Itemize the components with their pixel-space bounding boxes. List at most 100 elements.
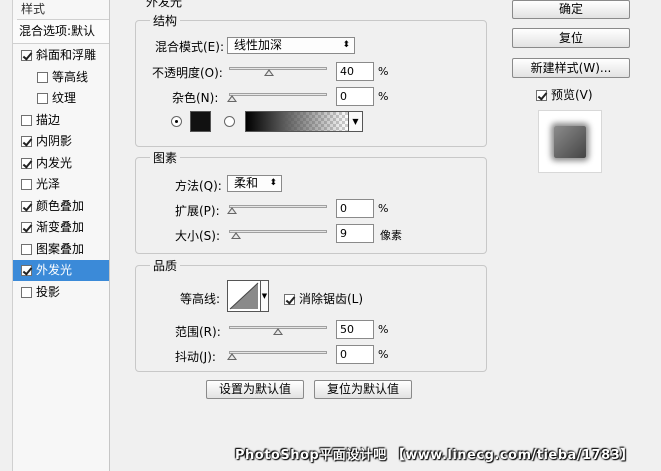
opacity-slider-track[interactable] <box>229 67 327 70</box>
size-input[interactable]: 9 <box>336 224 374 243</box>
style-item-label: 纹理 <box>52 91 77 105</box>
antialias-label: 消除锯齿(L) <box>299 292 364 306</box>
spread-label: 扩展(P): <box>175 204 220 218</box>
range-unit: % <box>378 323 389 336</box>
style-item[interactable]: 等高线 <box>13 67 109 88</box>
blend-mode-value: 线性加深 <box>234 38 283 52</box>
updown-arrow-icon: ⬍ <box>269 178 277 188</box>
preview-checkbox-wrap[interactable]: 预览(V) <box>536 86 593 103</box>
noise-input[interactable]: 0 <box>336 87 374 106</box>
preview-checkbox[interactable] <box>536 90 547 101</box>
blend-mode-select[interactable]: 线性加深 ⬍ <box>227 37 355 54</box>
opacity-unit: % <box>378 65 389 78</box>
make-default-button[interactable]: 设置为默认值 <box>206 380 304 399</box>
contour-preview[interactable] <box>227 280 261 312</box>
range-slider-thumb[interactable] <box>273 328 283 335</box>
style-item-checkbox[interactable] <box>21 286 32 298</box>
opacity-slider-thumb[interactable] <box>263 69 274 76</box>
jitter-input[interactable]: 0 <box>336 345 374 364</box>
style-item[interactable]: 图案叠加 <box>13 239 109 260</box>
size-unit: 像素 <box>380 229 402 242</box>
style-item-checkbox[interactable] <box>21 114 32 126</box>
style-item-label: 斜面和浮雕 <box>36 48 97 62</box>
reset-button[interactable]: 复位 <box>512 28 630 48</box>
glow-color-swatch[interactable] <box>190 111 211 132</box>
style-item-label: 等高线 <box>52 69 89 84</box>
style-item-label: 渐变叠加 <box>36 220 85 234</box>
style-item-checkbox[interactable] <box>37 93 48 104</box>
gradient-preview[interactable] <box>245 111 349 132</box>
jitter-unit: % <box>378 348 389 361</box>
radio-dot-icon <box>175 120 178 123</box>
style-item-checkbox[interactable] <box>21 243 32 255</box>
spread-input[interactable]: 0 <box>336 199 374 218</box>
style-item-label: 颜色叠加 <box>36 198 85 213</box>
technique-value: 柔和 <box>234 176 259 190</box>
quality-legend: 品质 <box>150 257 181 274</box>
blending-options-item[interactable]: 混合选项:默认 <box>13 20 109 44</box>
ok-button[interactable]: 确定 <box>512 0 630 19</box>
new-style-button[interactable]: 新建样式(W)... <box>512 58 630 78</box>
noise-slider-track[interactable] <box>229 93 327 96</box>
style-item-checkbox[interactable] <box>21 157 32 169</box>
opacity-input[interactable]: 40 <box>336 62 374 81</box>
style-item[interactable]: 内发光 <box>13 153 109 174</box>
style-item[interactable]: 投影 <box>13 282 109 303</box>
technique-label: 方法(Q): <box>175 179 222 193</box>
jitter-slider-thumb[interactable] <box>227 353 237 360</box>
style-item-label: 内发光 <box>36 155 73 170</box>
style-item-checkbox[interactable] <box>21 50 32 61</box>
gradient-dropdown-arrow-icon[interactable]: ▼ <box>349 111 363 132</box>
watermark-text: PhotoShop平面设计吧 【www.linecg.com/tieba/178… <box>235 448 634 463</box>
style-item-label: 内阴影 <box>36 134 73 148</box>
style-item[interactable]: 纹理 <box>13 88 109 109</box>
spread-unit: % <box>378 202 389 215</box>
contour-label: 等高线: <box>180 292 221 306</box>
style-item[interactable]: 渐变叠加 <box>13 217 109 238</box>
style-item-label: 投影 <box>36 284 61 299</box>
style-preview-box <box>538 110 602 173</box>
style-item-checkbox[interactable] <box>21 265 32 276</box>
style-item-checkbox[interactable] <box>21 136 32 147</box>
style-item-label: 外发光 <box>36 263 73 277</box>
style-item-checkbox[interactable] <box>37 71 48 83</box>
style-item[interactable]: 光泽 <box>13 174 109 195</box>
spread-slider-thumb[interactable] <box>227 207 237 214</box>
size-slider-track[interactable] <box>229 230 327 233</box>
range-input[interactable]: 50 <box>336 320 374 339</box>
range-label: 范围(R): <box>175 325 221 339</box>
style-item[interactable]: 内阴影 <box>13 131 109 152</box>
elements-legend: 图素 <box>150 149 181 166</box>
jitter-slider-track[interactable] <box>229 351 327 354</box>
gradient-radio[interactable] <box>224 116 235 127</box>
preview-label: 预览(V) <box>551 88 593 102</box>
style-item[interactable]: 外发光 <box>13 260 109 281</box>
style-item-checkbox[interactable] <box>21 222 32 233</box>
solid-color-radio[interactable] <box>171 116 182 127</box>
styles-header: 样式 <box>17 0 109 20</box>
structure-legend: 结构 <box>150 12 181 29</box>
noise-label: 杂色(N): <box>172 91 219 105</box>
style-item-checkbox[interactable] <box>21 179 32 190</box>
technique-select[interactable]: 柔和 ⬍ <box>227 175 282 192</box>
style-item-checkbox[interactable] <box>21 200 32 212</box>
noise-slider-thumb[interactable] <box>227 95 237 102</box>
blend-mode-label: 混合模式(E): <box>155 40 224 54</box>
size-label: 大小(S): <box>175 229 221 243</box>
preview-thumbnail-icon <box>554 126 586 158</box>
style-item-label: 图案叠加 <box>36 241 85 256</box>
style-item[interactable]: 描边 <box>13 110 109 131</box>
size-slider-thumb[interactable] <box>230 232 241 239</box>
style-item-label: 描边 <box>36 112 61 127</box>
jitter-label: 抖动(J): <box>175 350 216 364</box>
contour-dropdown-arrow-icon[interactable]: ▼ <box>261 280 269 312</box>
panel-title: 外发光 <box>143 0 186 10</box>
style-item[interactable]: 斜面和浮雕 <box>13 45 109 66</box>
opacity-label: 不透明度(O): <box>152 66 223 80</box>
antialias-checkbox-wrap[interactable]: 消除锯齿(L) <box>284 290 363 307</box>
updown-arrow-icon: ⬍ <box>342 40 350 50</box>
reset-to-default-button[interactable]: 复位为默认值 <box>314 380 412 399</box>
antialias-checkbox[interactable] <box>284 294 295 305</box>
spread-slider-track[interactable] <box>229 205 327 208</box>
style-item[interactable]: 颜色叠加 <box>13 196 109 217</box>
